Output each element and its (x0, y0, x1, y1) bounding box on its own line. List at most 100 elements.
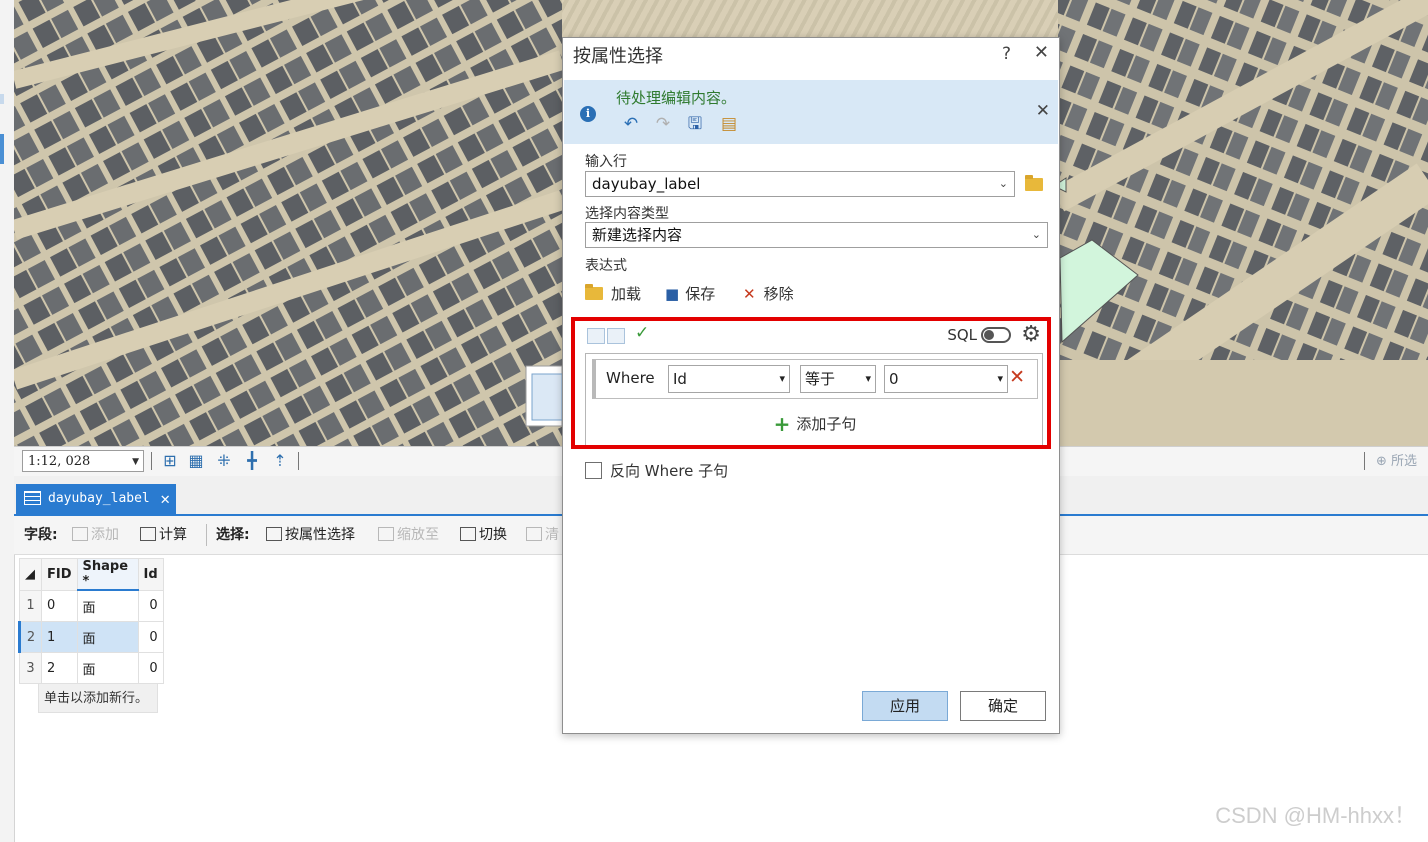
cell-id[interactable]: 0 (137, 621, 164, 653)
select-by-attributes-dialog: 按属性选择 ? ✕ i 待处理编辑内容。 ↶ ↷ 🖫 ▤ ✕ 输入行 dayub… (562, 37, 1060, 734)
browse-folder-icon[interactable] (1025, 175, 1043, 191)
remove-label: 移除 (763, 285, 794, 303)
value-combobox[interactable]: 0 ▾ (884, 365, 1008, 393)
select-by-attributes-button[interactable]: 按属性选择 (266, 525, 355, 545)
selected-features-tool[interactable]: ⊕ 所选 (1376, 451, 1428, 473)
cell-shape[interactable]: 面 (76, 621, 139, 653)
chevron-down-icon[interactable]: ▼ (132, 451, 139, 473)
table-row[interactable]: 3 2 面 0 (19, 652, 164, 684)
row-number: 3 (19, 652, 42, 684)
table-row[interactable]: 2 1 面 0 (18, 621, 164, 653)
table-row[interactable]: 1 0 面 0 (19, 589, 164, 622)
field-combobox[interactable]: Id ▾ (668, 365, 790, 393)
clear-selection-button[interactable]: 清 (526, 525, 559, 545)
field-value: Id (673, 370, 687, 388)
cell-fid[interactable]: 2 (41, 652, 78, 684)
chevron-down-icon[interactable]: ▾ (865, 366, 871, 392)
expression-label: 表达式 (585, 258, 627, 274)
scale-combobox[interactable]: 1:12, 028 ▼ (22, 450, 144, 472)
clear-label: 清 (545, 527, 559, 543)
checkbox[interactable] (585, 462, 602, 479)
save-label: 保存 (685, 285, 716, 303)
help-icon[interactable]: ? (1002, 44, 1011, 64)
folder-icon (585, 284, 603, 300)
left-strip-active-marker (0, 134, 4, 164)
close-icon[interactable]: ✕ (1034, 42, 1049, 63)
cell-fid[interactable]: 0 (41, 589, 78, 622)
delete-clause-icon[interactable]: ✕ (1009, 366, 1025, 388)
crosshair-icon[interactable]: ╋ (242, 451, 262, 471)
calculate-field-button[interactable]: 计算 (140, 525, 187, 545)
cell-shape[interactable]: 面 (76, 652, 139, 684)
cell-shape[interactable]: 面 (76, 589, 139, 622)
chevron-down-icon[interactable]: ⌄ (1032, 223, 1041, 247)
input-rows-label: 输入行 (585, 154, 627, 170)
field-label: 字段: (24, 527, 58, 543)
switch-label: 切换 (479, 527, 507, 543)
tab-attribute-table[interactable]: dayubay_label ✕ (16, 484, 176, 514)
chevron-down-icon[interactable]: ▾ (997, 366, 1003, 392)
load-expression-button[interactable]: 加载 (585, 284, 641, 304)
row-number: 1 (19, 589, 42, 622)
pending-edits-infobar: i 待处理编辑内容。 ↶ ↷ 🖫 ▤ ✕ (564, 80, 1058, 144)
chevron-down-icon[interactable]: ⌄ (999, 172, 1008, 196)
discard-edits-icon[interactable]: ▤ (718, 114, 740, 134)
remove-expression-button[interactable]: ✕ 移除 (743, 284, 794, 304)
toggle-knob (984, 330, 994, 340)
verify-check-icon[interactable]: ✓ (635, 323, 649, 343)
row-number: 2 (18, 621, 42, 653)
table-corner[interactable]: ◢ (19, 558, 42, 591)
column-header-fid[interactable]: FID (41, 558, 78, 591)
sql-label: SQL (947, 326, 977, 344)
where-clause: Where Id ▾ 等于 ▾ 0 ▾ ✕ (592, 359, 1038, 399)
operator-combobox[interactable]: 等于 ▾ (800, 365, 876, 393)
save-expression-button[interactable]: ■ 保存 (665, 284, 715, 304)
north-arrow-icon[interactable]: ⇡ (270, 451, 290, 471)
grid-add-icon[interactable]: ⊞ (160, 451, 180, 471)
redo-icon[interactable]: ↷ (652, 114, 674, 134)
chevron-down-icon[interactable]: ▾ (779, 366, 785, 392)
add-new-row[interactable]: 单击以添加新行。 (38, 683, 158, 713)
close-icon[interactable]: ✕ (160, 484, 170, 514)
save-edits-icon[interactable]: 🖫 (684, 114, 706, 134)
close-icon[interactable]: ✕ (1036, 101, 1050, 121)
select-label: 选择: (216, 527, 250, 543)
zoom-to-label: 缩放至 (397, 527, 439, 543)
add-clause-button[interactable]: + 添加子句 (586, 412, 1044, 436)
ok-button[interactable]: 确定 (960, 691, 1046, 721)
watermark: CSDN @HM-hhxx！ (1215, 803, 1416, 828)
where-keyword: Where (606, 369, 655, 387)
separator (206, 524, 207, 546)
cell-id[interactable]: 0 (137, 652, 164, 684)
input-rows-combobox[interactable]: dayubay_label ⌄ (585, 171, 1015, 197)
switch-selection-button[interactable]: 切换 (460, 525, 507, 545)
cell-id[interactable]: 0 (137, 589, 164, 622)
cell-fid[interactable]: 1 (41, 621, 78, 653)
left-strip-marker (0, 94, 4, 104)
add-clause-label: 添加子句 (796, 415, 857, 433)
zoom-selected-icon: ⊕ (1376, 454, 1387, 469)
switch-icon (460, 527, 476, 541)
column-header-id[interactable]: Id (137, 558, 164, 591)
selection-type-label: 选择内容类型 (585, 206, 669, 222)
invert-where-clause-checkbox[interactable]: 反向 Where 子句 (585, 460, 728, 481)
sql-toggle[interactable] (981, 327, 1011, 343)
gear-icon[interactable]: ⚙ (1021, 322, 1041, 347)
column-header-shape[interactable]: Shape * (76, 558, 139, 591)
collapse-icon[interactable] (587, 328, 605, 344)
selection-type-combobox[interactable]: 新建选择内容 ⌄ (585, 222, 1048, 248)
undo-icon[interactable]: ↶ (620, 114, 642, 134)
tab-label: dayubay_label (48, 491, 150, 506)
table-icon[interactable]: ▦ (186, 451, 206, 471)
clear-icon (526, 527, 542, 541)
expand-icon[interactable] (607, 328, 625, 344)
dialog-title: 按属性选择 (573, 46, 663, 67)
expression-builder: ✓ SQL ⚙ Where Id ▾ 等于 ▾ 0 ▾ ✕ + 添加子句 (585, 322, 1045, 447)
zoom-to-icon (378, 527, 394, 541)
add-field-button[interactable]: 添加 (72, 525, 119, 545)
input-rows-value: dayubay_label (592, 175, 701, 193)
remove-icon: ✕ (743, 285, 756, 303)
zoom-to-button[interactable]: 缩放至 (378, 525, 439, 545)
snapping-icon[interactable]: ⁜ (214, 451, 234, 471)
apply-button[interactable]: 应用 (862, 691, 948, 721)
